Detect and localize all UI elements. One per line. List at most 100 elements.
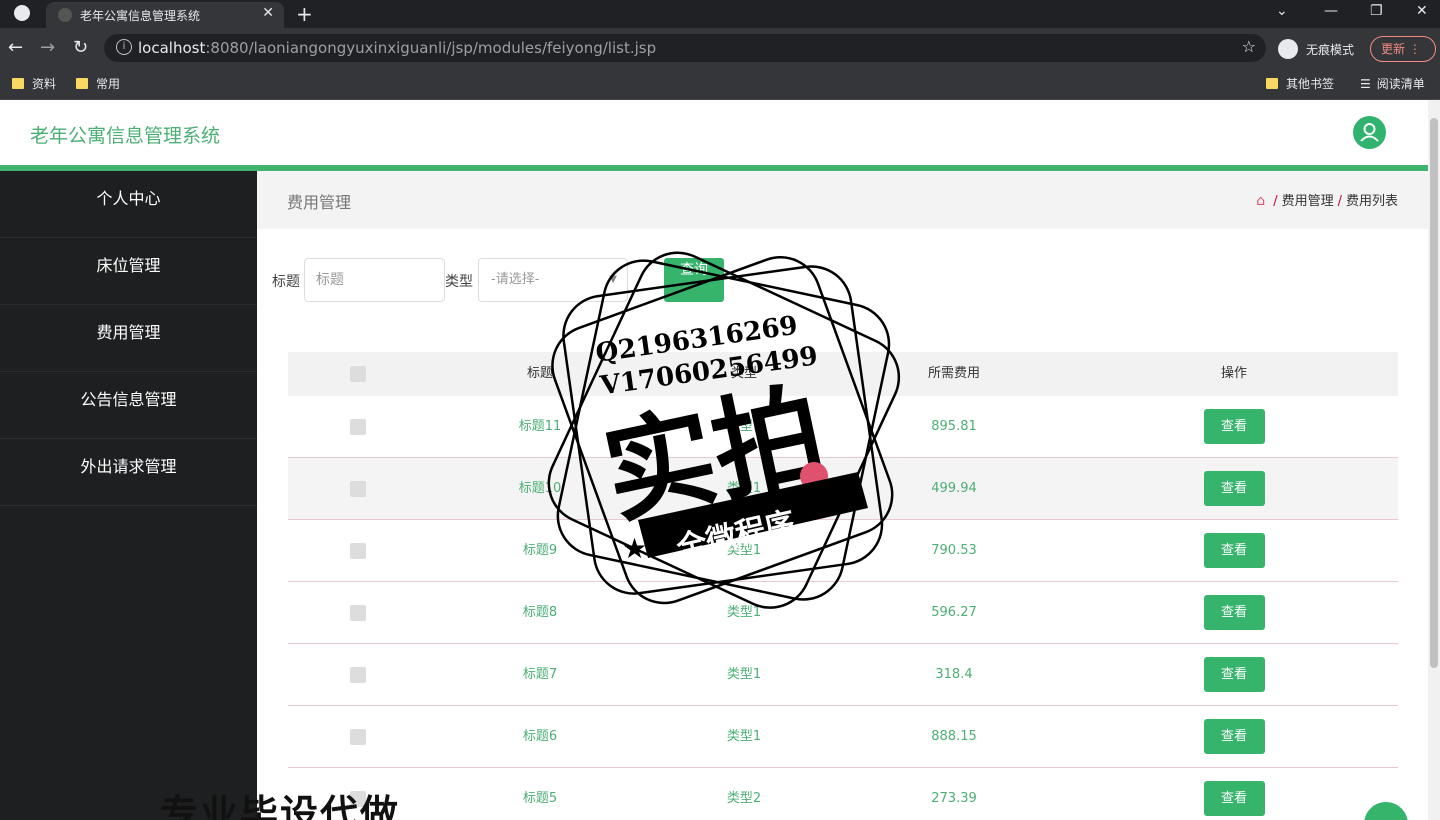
view-button[interactable]: 查看 bbox=[1203, 719, 1265, 754]
new-tab-icon[interactable]: + bbox=[296, 2, 313, 26]
cell-title: 标题10 bbox=[518, 481, 562, 496]
query-button[interactable]: 查询 bbox=[664, 258, 724, 302]
cell-fee: 499.94 bbox=[931, 481, 977, 496]
minimize-icon[interactable]: — bbox=[1324, 3, 1338, 19]
sidebar-item-personal-center[interactable]: 个人中心 bbox=[0, 171, 257, 238]
view-button[interactable]: 查看 bbox=[1203, 781, 1265, 816]
title-filter-label: 标题 bbox=[272, 274, 300, 290]
row-checkbox[interactable] bbox=[350, 604, 366, 621]
breadcrumb-item: 费用列表 bbox=[1345, 194, 1398, 209]
reading-list-icon: ☰ bbox=[1360, 77, 1371, 91]
cell-type: 类型2 bbox=[726, 791, 762, 806]
chevron-down-icon: ▼ bbox=[609, 274, 617, 285]
table-row: 标题11 类型1 895.81 查看 bbox=[288, 396, 1398, 458]
breadcrumb-bar: 费用管理 ⌂ / 费用管理 / 费用列表 bbox=[257, 171, 1428, 229]
cell-title: 标题5 bbox=[522, 791, 558, 806]
info-icon[interactable]: i bbox=[116, 39, 132, 55]
cell-title: 标题11 bbox=[518, 419, 562, 434]
main-content: 费用管理 ⌂ / 费用管理 / 费用列表 标题 标题 类型 -请选择- ▼ 查询 标题 类… bbox=[257, 171, 1428, 820]
table-row: 标题9 类型1 790.53 查看 bbox=[288, 520, 1398, 582]
view-button[interactable]: 查看 bbox=[1203, 657, 1265, 692]
app-title: 老年公寓信息管理系统 bbox=[30, 125, 221, 147]
page-title: 费用管理 bbox=[287, 193, 352, 212]
column-header-title: 标题 bbox=[526, 366, 553, 381]
title-search-input[interactable]: 标题 bbox=[304, 258, 445, 302]
view-button[interactable]: 查看 bbox=[1203, 533, 1265, 568]
breadcrumb-item[interactable]: 费用管理 bbox=[1282, 194, 1334, 209]
back-icon[interactable]: ← bbox=[8, 37, 23, 58]
bookmark-folder[interactable]: 资料 bbox=[12, 75, 56, 92]
browser-tabbar: 老年公寓信息管理系统 ✕ + ⌄ — ❐ ✕ bbox=[0, 0, 1440, 28]
globe-icon[interactable] bbox=[14, 5, 30, 21]
scrollbar-thumb[interactable] bbox=[1430, 118, 1438, 668]
app-header: 老年公寓信息管理系统 bbox=[0, 100, 1428, 165]
bookmarks-bar: 资料 常用 其他书签 ☰ 阅读清单 bbox=[0, 68, 1440, 100]
maximize-icon[interactable]: ❐ bbox=[1370, 3, 1383, 19]
other-bookmarks[interactable]: 其他书签 bbox=[1266, 75, 1334, 92]
tab-search-icon[interactable]: ⌄ bbox=[1276, 3, 1288, 19]
user-avatar-icon[interactable] bbox=[1353, 116, 1386, 149]
favicon-icon bbox=[58, 8, 72, 22]
type-select[interactable]: -请选择- ▼ bbox=[478, 258, 628, 302]
close-tab-icon[interactable]: ✕ bbox=[262, 5, 274, 21]
cell-fee: 888.15 bbox=[931, 729, 977, 744]
folder-icon bbox=[76, 78, 88, 89]
sidebar-item-bed-management[interactable]: 床位管理 bbox=[0, 238, 257, 305]
sidebar-item-outing-request[interactable]: 外出请求管理 bbox=[0, 439, 257, 506]
row-checkbox[interactable] bbox=[350, 418, 366, 435]
sidebar: 个人中心 床位管理 费用管理 公告信息管理 外出请求管理 bbox=[0, 171, 257, 820]
cell-type: 类型1 bbox=[726, 667, 762, 682]
address-bar[interactable]: i localhost:8080/laoniangongyuxinxiguanl… bbox=[104, 34, 1266, 62]
reload-icon[interactable]: ↻ bbox=[73, 37, 88, 58]
table-row: 标题10 类型1 499.94 查看 bbox=[288, 458, 1398, 520]
forward-icon[interactable]: → bbox=[40, 37, 55, 58]
bottom-watermark-text: 专业毕设代做 bbox=[160, 792, 401, 820]
row-checkbox[interactable] bbox=[350, 728, 366, 745]
column-header-operation: 操作 bbox=[1220, 366, 1247, 381]
row-checkbox[interactable] bbox=[350, 666, 366, 683]
browser-tab[interactable]: 老年公寓信息管理系统 ✕ bbox=[46, 2, 284, 28]
type-filter-label: 类型 bbox=[445, 274, 473, 290]
view-button[interactable]: 查看 bbox=[1203, 409, 1265, 444]
cell-fee: 596.27 bbox=[931, 605, 977, 620]
table-row: 标题8 类型1 596.27 查看 bbox=[288, 582, 1398, 644]
view-button[interactable]: 查看 bbox=[1203, 471, 1265, 506]
home-icon[interactable]: ⌂ bbox=[1256, 193, 1265, 209]
cell-fee: 790.53 bbox=[931, 543, 977, 558]
folder-icon bbox=[1266, 78, 1278, 89]
update-button[interactable]: 更新 ⋮ bbox=[1370, 36, 1436, 62]
row-checkbox[interactable] bbox=[350, 480, 366, 497]
cell-type: 类型1 bbox=[726, 605, 762, 620]
reading-list[interactable]: ☰ 阅读清单 bbox=[1360, 75, 1425, 92]
cell-fee: 318.4 bbox=[935, 667, 973, 682]
sidebar-item-notice-management[interactable]: 公告信息管理 bbox=[0, 372, 257, 439]
folder-icon bbox=[12, 78, 24, 89]
cell-fee: 895.81 bbox=[931, 419, 977, 434]
cell-type: 类型1 bbox=[726, 729, 762, 744]
close-window-icon[interactable]: ✕ bbox=[1416, 3, 1428, 19]
bookmark-folder[interactable]: 常用 bbox=[76, 75, 120, 92]
table-row: 标题6 类型1 888.15 查看 bbox=[288, 706, 1398, 768]
view-button[interactable]: 查看 bbox=[1203, 595, 1265, 630]
table-header: 标题 类型 所需费用 操作 bbox=[288, 352, 1398, 396]
cell-fee: 273.39 bbox=[931, 791, 977, 806]
browser-toolbar: ← → ↻ i localhost:8080/laoniangongyuxinx… bbox=[0, 28, 1440, 68]
url-text: localhost:8080/laoniangongyuxinxiguanli/… bbox=[138, 39, 657, 57]
incognito-label: 无痕模式 bbox=[1306, 43, 1355, 57]
bookmark-star-icon[interactable]: ☆ bbox=[1242, 37, 1256, 56]
column-header-fee: 所需费用 bbox=[927, 366, 980, 381]
incognito-icon bbox=[1278, 39, 1298, 59]
cell-title: 标题7 bbox=[522, 667, 558, 682]
column-header-type: 类型 bbox=[730, 366, 757, 381]
cell-title: 标题9 bbox=[522, 543, 558, 558]
tab-title: 老年公寓信息管理系统 bbox=[80, 9, 201, 23]
sidebar-item-fee-management[interactable]: 费用管理 bbox=[0, 305, 257, 372]
cell-type: 类型1 bbox=[726, 481, 762, 496]
fee-table: 标题 类型 所需费用 操作 标题11 类型1 895.81 查看 标题10 类型… bbox=[288, 352, 1398, 820]
cell-title: 标题6 bbox=[522, 729, 558, 744]
row-checkbox[interactable] bbox=[350, 542, 366, 559]
cell-type: 类型1 bbox=[726, 543, 762, 558]
cell-type: 类型1 bbox=[726, 419, 762, 434]
select-all-checkbox[interactable] bbox=[350, 365, 366, 382]
cell-title: 标题8 bbox=[522, 605, 558, 620]
